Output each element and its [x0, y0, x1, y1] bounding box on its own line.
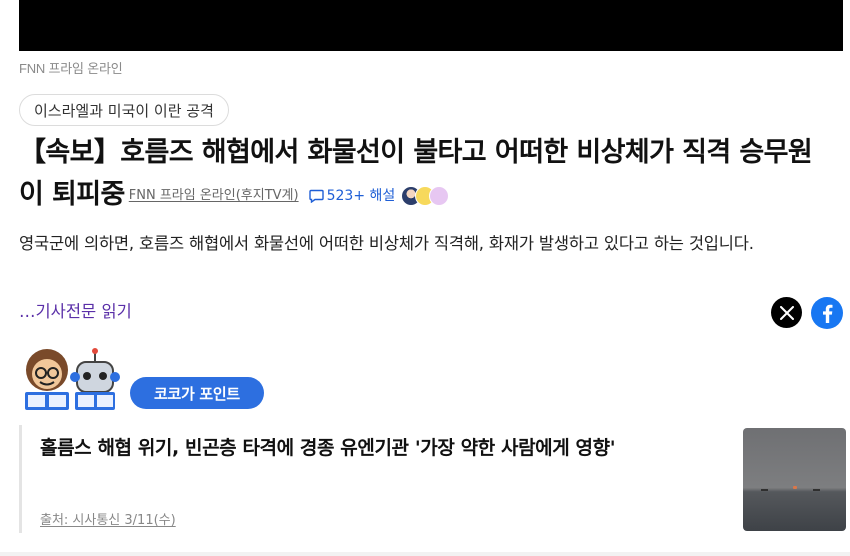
read-full-article-link[interactable]: …기사전문 읽기: [19, 298, 132, 322]
ship-shape: [813, 489, 820, 491]
article-summary: 영국군에 의하면, 호름즈 해협에서 화물선에 어떠한 비상체가 직격해, 화재…: [19, 234, 754, 253]
share-facebook-button[interactable]: [811, 297, 843, 329]
comment-count: 523: [326, 188, 354, 204]
expert-avatars[interactable]: [401, 186, 450, 206]
x-logo-icon: [779, 305, 794, 320]
source-caption: FNN 프라임 온라인: [19, 61, 123, 76]
share-x-button[interactable]: [771, 297, 802, 328]
ship-shape: [761, 489, 768, 491]
comment-label: + 해설: [353, 188, 396, 204]
facebook-icon: [823, 304, 833, 323]
mascot-icon: [25, 348, 120, 410]
hero-media[interactable]: [19, 0, 843, 51]
section-divider: [0, 552, 850, 556]
avatar: [429, 186, 450, 206]
related-article-card[interactable]: 홀름스 해협 위기, 빈곤층 타격에 경종 유엔기관 '가장 약한 사람에게 영…: [19, 425, 846, 533]
related-article-thumbnail[interactable]: [743, 428, 846, 531]
publisher-link[interactable]: FNN 프라임 온라인(후지TV계): [129, 175, 299, 217]
comment-button[interactable]: 523 + 해설: [308, 175, 396, 217]
comment-icon: [308, 189, 324, 203]
article-meta: FNN 프라임 온라인(후지TV계) 523 + 해설: [129, 175, 450, 217]
point-badge: 코코가 포인트: [130, 377, 264, 409]
related-article-title[interactable]: 홀름스 해협 위기, 빈곤층 타격에 경종 유엔기관 '가장 약한 사람에게 영…: [40, 433, 730, 463]
headline: 【속보】호름즈 해협에서 화물선이 불타고 어떠한 비상체가 직격 승무원이 퇴…: [19, 132, 834, 217]
fire-glow: [793, 486, 797, 489]
topic-chip[interactable]: 이스라엘과 미국이 이란 공격: [19, 94, 229, 126]
related-article-source: 출처: 시사통신 3/11(수): [40, 513, 176, 528]
